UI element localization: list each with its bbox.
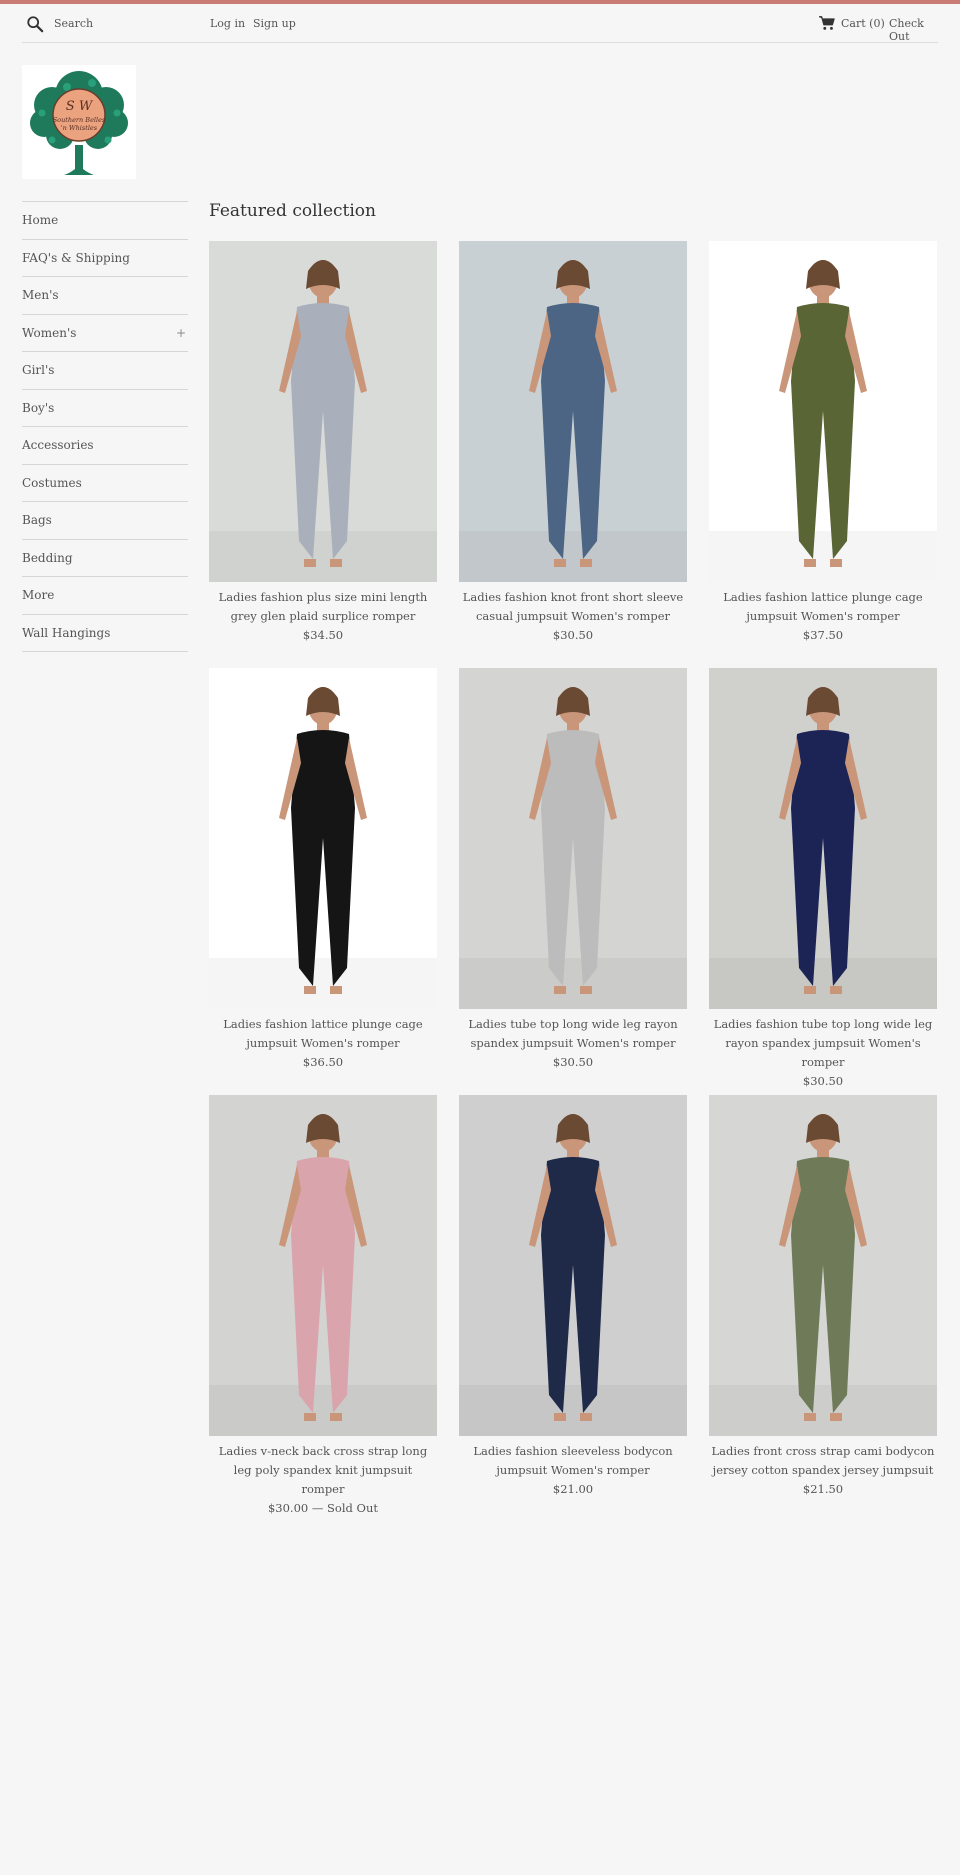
cart-icon[interactable] bbox=[818, 15, 836, 31]
product-price: $30.50 bbox=[802, 1074, 844, 1088]
product-image[interactable] bbox=[209, 1095, 437, 1436]
product-price: $30.50 bbox=[552, 628, 594, 642]
search-icon[interactable] bbox=[26, 15, 44, 33]
store-logo[interactable]: S W Southern Belles 'n Whistles bbox=[22, 65, 136, 179]
sidebar-item-label: More bbox=[22, 588, 55, 603]
product-image[interactable] bbox=[209, 668, 437, 1009]
cart-link[interactable]: Cart (0) bbox=[841, 17, 885, 30]
product-title[interactable]: Ladies fashion tube top long wide leg ra… bbox=[709, 1015, 937, 1072]
product-image[interactable] bbox=[459, 668, 687, 1009]
sidebar-item-label: FAQ's & Shipping bbox=[22, 250, 130, 265]
product-card[interactable]: Ladies v-neck back cross strap long leg … bbox=[209, 1095, 437, 1518]
sidebar-item-faq-s-shipping[interactable]: FAQ's & Shipping bbox=[22, 240, 188, 277]
sidebar-nav: Home FAQ's & Shipping Men's Women's + Girl's B… bbox=[22, 201, 188, 652]
sidebar-item-home[interactable]: Home bbox=[22, 202, 188, 240]
product-card[interactable]: Ladies fashion knot front short sleeve c… bbox=[459, 241, 687, 645]
sidebar-item-women-s[interactable]: Women's + bbox=[22, 315, 188, 352]
expand-plus-icon[interactable]: + bbox=[176, 326, 188, 340]
product-price: $36.50 bbox=[302, 1055, 344, 1069]
sidebar-item-bedding[interactable]: Bedding bbox=[22, 540, 188, 577]
product-price: $34.50 bbox=[302, 628, 344, 642]
signup-link[interactable]: Sign up bbox=[253, 17, 296, 30]
logo-text-1: Southern Belles bbox=[53, 116, 106, 124]
sidebar-item-costumes[interactable]: Costumes bbox=[22, 465, 188, 502]
site-header: Log in Sign up Cart (0) Check Out bbox=[22, 4, 938, 43]
sidebar-item-label: Home bbox=[22, 213, 59, 228]
sidebar-item-more[interactable]: More bbox=[22, 577, 188, 615]
product-price: $37.50 bbox=[802, 628, 844, 642]
sidebar-item-label: Bedding bbox=[22, 550, 73, 565]
product-image[interactable] bbox=[459, 241, 687, 582]
sidebar-item-label: Costumes bbox=[22, 475, 82, 490]
sidebar-item-label: Bags bbox=[22, 513, 52, 528]
product-card[interactable]: Ladies fashion plus size mini length gre… bbox=[209, 241, 437, 645]
product-title[interactable]: Ladies tube top long wide leg rayon span… bbox=[459, 1015, 687, 1053]
product-title[interactable]: Ladies front cross strap cami bodycon je… bbox=[709, 1442, 937, 1480]
login-link[interactable]: Log in bbox=[210, 17, 245, 30]
product-card[interactable]: Ladies fashion tube top long wide leg ra… bbox=[709, 668, 937, 1091]
section-title: Featured collection bbox=[209, 201, 376, 221]
product-image[interactable] bbox=[709, 1095, 937, 1436]
search-input[interactable] bbox=[54, 12, 194, 34]
sidebar-item-boy-s[interactable]: Boy's bbox=[22, 390, 188, 427]
product-card[interactable]: Ladies fashion lattice plunge cage jumps… bbox=[709, 241, 937, 645]
product-card[interactable]: Ladies front cross strap cami bodycon je… bbox=[709, 1095, 937, 1499]
sidebar-item-girl-s[interactable]: Girl's bbox=[22, 352, 188, 390]
product-title[interactable]: Ladies fashion lattice plunge cage jumps… bbox=[709, 588, 937, 626]
sidebar-item-label: Girl's bbox=[22, 363, 55, 378]
product-image[interactable] bbox=[209, 241, 437, 582]
product-image[interactable] bbox=[709, 241, 937, 582]
sidebar-item-label: Women's bbox=[22, 325, 77, 340]
product-price: $30.50 bbox=[552, 1055, 594, 1069]
product-title[interactable]: Ladies fashion plus size mini length gre… bbox=[209, 588, 437, 626]
sidebar-item-label: Boy's bbox=[22, 400, 55, 415]
sidebar-item-label: Wall Hangings bbox=[22, 625, 111, 640]
sidebar-item-label: Accessories bbox=[22, 438, 94, 453]
checkout-link[interactable]: Check Out bbox=[889, 17, 938, 43]
sidebar-item-bags[interactable]: Bags bbox=[22, 502, 188, 540]
logo-monogram: S W bbox=[66, 99, 94, 114]
product-image[interactable] bbox=[709, 668, 937, 1009]
sidebar-item-label: Men's bbox=[22, 288, 59, 303]
product-title[interactable]: Ladies fashion sleeveless bodycon jumpsu… bbox=[459, 1442, 687, 1480]
product-title[interactable]: Ladies fashion knot front short sleeve c… bbox=[459, 588, 687, 626]
sidebar-item-accessories[interactable]: Accessories bbox=[22, 427, 188, 465]
product-card[interactable]: Ladies fashion sleeveless bodycon jumpsu… bbox=[459, 1095, 687, 1499]
product-title[interactable]: Ladies fashion lattice plunge cage jumps… bbox=[209, 1015, 437, 1053]
sidebar-item-men-s[interactable]: Men's bbox=[22, 277, 188, 315]
product-title[interactable]: Ladies v-neck back cross strap long leg … bbox=[209, 1442, 437, 1499]
sidebar-item-wall-hangings[interactable]: Wall Hangings bbox=[22, 615, 188, 652]
product-price: $21.50 bbox=[802, 1482, 844, 1496]
product-card[interactable]: Ladies tube top long wide leg rayon span… bbox=[459, 668, 687, 1072]
product-price: $21.00 bbox=[552, 1482, 594, 1496]
product-price: $30.00 — Sold Out bbox=[267, 1501, 378, 1515]
product-card[interactable]: Ladies fashion lattice plunge cage jumps… bbox=[209, 668, 437, 1072]
product-image[interactable] bbox=[459, 1095, 687, 1436]
logo-text-2: 'n Whistles bbox=[61, 124, 98, 132]
